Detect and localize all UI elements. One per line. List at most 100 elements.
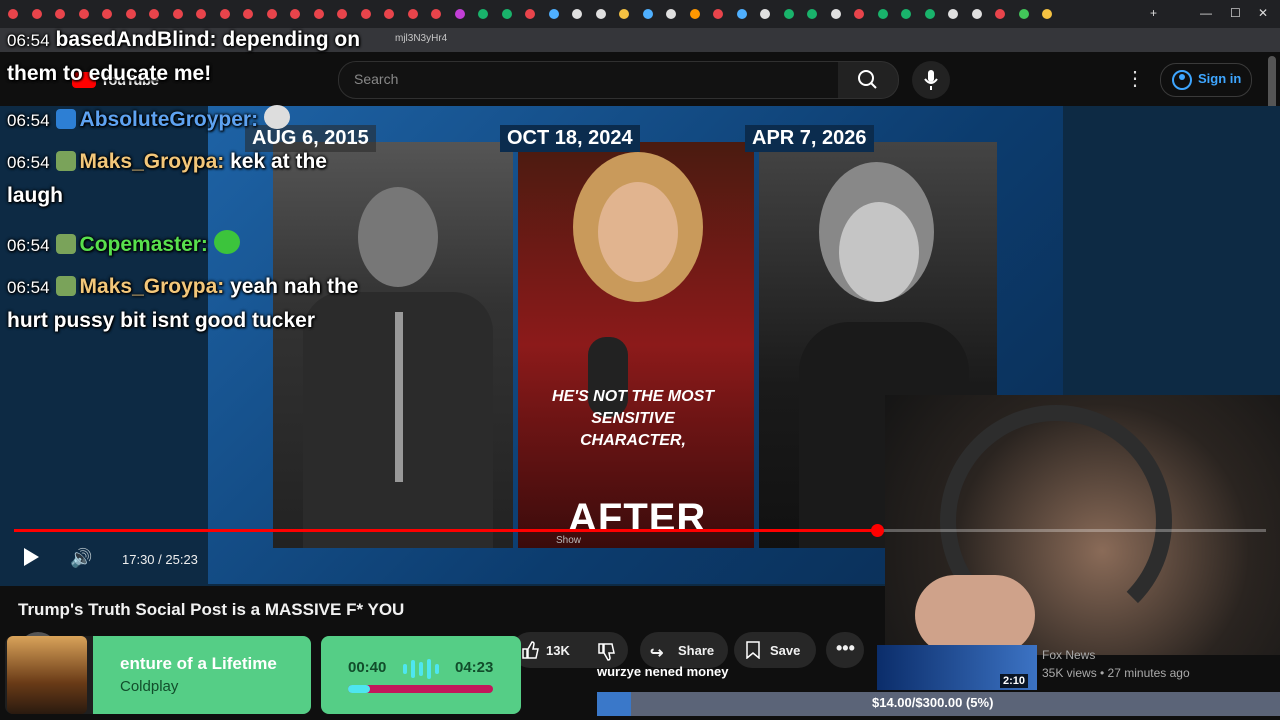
share-label: Share <box>678 643 715 658</box>
video-caption: HE'S NOT THE MOST SENSITIVE CHARACTER, <box>551 388 715 449</box>
person-face <box>839 202 919 302</box>
recommended-duration: 2:10 <box>1000 674 1029 688</box>
tab-favicon-icon[interactable] <box>572 9 582 19</box>
tab-favicon-icon[interactable] <box>971 9 982 19</box>
tab-favicon-icon[interactable] <box>337 9 347 19</box>
chat-badge-icon <box>55 151 76 171</box>
chat-username: basedAndBlind: <box>55 28 223 51</box>
chat-emote-icon <box>213 230 240 254</box>
chat-text: yeah nah the <box>230 275 359 298</box>
recommended-channel[interactable]: Fox News <box>1042 648 1095 662</box>
tab-favicon-icon[interactable] <box>125 9 136 19</box>
sign-in-label: Sign in <box>1198 71 1242 86</box>
chat-message: 06:54 Copemaster: <box>7 230 244 257</box>
chat-badge-icon <box>55 276 76 296</box>
maximize-icon[interactable]: ☐ <box>1230 6 1241 20</box>
voice-search-button[interactable] <box>912 61 950 99</box>
chat-username: Maks_Groypa: <box>79 275 231 298</box>
chat-username: Copemaster: <box>79 233 214 256</box>
tab-favicon-icon[interactable] <box>736 9 747 19</box>
video-panel-left <box>273 142 513 548</box>
chat-text-continuation: them to educate me! <box>7 62 212 85</box>
tab-favicon-icon[interactable] <box>783 9 794 19</box>
tab-favicon-icon[interactable] <box>619 9 629 19</box>
overlay-message: wurzye nened money <box>597 664 729 679</box>
save-label: Save <box>770 643 801 658</box>
tab-favicon-icon[interactable] <box>713 9 723 19</box>
tab-favicon-icon[interactable] <box>1018 9 1029 19</box>
tab-favicon-icon[interactable] <box>901 9 911 19</box>
tab-favicon-icon[interactable] <box>548 9 559 19</box>
search-button[interactable] <box>838 61 899 99</box>
new-tab-button[interactable]: + <box>1150 6 1157 20</box>
tab-favicon-icon[interactable] <box>78 9 89 19</box>
person-face <box>598 182 678 282</box>
minimize-icon[interactable]: — <box>1200 6 1212 20</box>
equalizer-bar <box>435 664 439 674</box>
tab-favicon-icon[interactable] <box>760 9 770 19</box>
tab-favicon-icon[interactable] <box>948 9 958 19</box>
tab-favicon-icon[interactable] <box>266 9 277 19</box>
music-progress-track <box>348 685 493 693</box>
tab-favicon-icon[interactable] <box>1042 9 1052 19</box>
tab-favicon-icon[interactable] <box>830 9 841 19</box>
tab-favicon-icon[interactable] <box>102 9 112 19</box>
tab-favicon-icon[interactable] <box>854 9 864 19</box>
tie <box>395 312 403 482</box>
more-options-icon[interactable]: ⋮ <box>1125 66 1145 91</box>
search-icon <box>858 70 877 89</box>
tab-favicon-icon[interactable] <box>172 9 183 19</box>
dislike-icon[interactable] <box>596 642 616 662</box>
tab-favicon-icon[interactable] <box>595 9 606 19</box>
like-count[interactable]: 13K <box>546 643 570 658</box>
chat-username: AbsoluteGroyper: <box>79 108 264 131</box>
tab-favicon-icon[interactable] <box>196 9 206 19</box>
search-placeholder: Search <box>354 71 399 87</box>
tab-favicon-icon[interactable] <box>384 9 394 19</box>
chat-message: 06:54 basedAndBlind: depending on <box>7 28 360 52</box>
tab-favicon-icon[interactable] <box>924 9 935 19</box>
tab-favicon-icon[interactable] <box>689 9 700 19</box>
tab-favicon-icon[interactable] <box>31 9 42 19</box>
chat-timestamp: 06:54 <box>7 31 50 50</box>
music-info-panel <box>93 636 311 714</box>
tab-favicon-icon[interactable] <box>407 9 418 19</box>
equalizer-bar <box>419 662 423 676</box>
tab-favicon-icon[interactable] <box>243 9 253 19</box>
video-panel-center <box>518 142 754 548</box>
volume-icon[interactable]: 🔊 <box>70 548 92 569</box>
tab-favicon-icon[interactable] <box>666 9 676 19</box>
chat-username: Maks_Groypa: <box>79 150 231 173</box>
chat-message: 06:54 AbsoluteGroyper: <box>7 105 294 132</box>
save-icon <box>746 641 760 659</box>
play-icon[interactable] <box>24 548 39 566</box>
hand <box>915 575 1035 655</box>
tab-favicon-icon[interactable] <box>313 9 324 19</box>
tab-favicon-icon[interactable] <box>431 9 441 19</box>
donation-goal-text: $14.00/$300.00 (5%) <box>872 695 994 710</box>
video-scrubber-handle[interactable] <box>870 524 884 537</box>
tab-favicon-icon[interactable] <box>360 9 371 19</box>
video-big-text: AFTER <box>568 496 707 540</box>
equalizer-bar <box>411 660 415 678</box>
date-label-2: OCT 18, 2024 <box>500 125 640 152</box>
tab-favicon-icon[interactable] <box>478 9 488 19</box>
url-text[interactable]: mjl3N3yHr4 <box>395 33 447 44</box>
like-icon[interactable] <box>520 640 540 660</box>
tab-favicon-icon[interactable] <box>454 9 465 19</box>
tab-favicon-icon[interactable] <box>642 9 653 19</box>
tab-favicon-icon[interactable] <box>55 9 65 19</box>
tab-favicon-icon[interactable] <box>995 9 1005 19</box>
chat-text-continuation: laugh <box>7 184 63 207</box>
video-title: Trump's Truth Social Post is a MASSIVE F… <box>18 600 405 619</box>
tab-favicon-icon[interactable] <box>290 9 300 19</box>
close-window-icon[interactable]: ✕ <box>1258 6 1268 20</box>
tab-favicon-icon[interactable] <box>807 9 817 19</box>
tab-favicon-icon[interactable] <box>501 9 512 19</box>
tab-favicon-icon[interactable] <box>149 9 159 19</box>
tab-favicon-icon[interactable] <box>877 9 888 19</box>
tab-favicon-icon[interactable] <box>8 9 18 19</box>
tab-favicon-icon[interactable] <box>525 9 535 19</box>
tab-favicon-icon[interactable] <box>219 9 230 19</box>
search-input[interactable] <box>338 61 840 99</box>
